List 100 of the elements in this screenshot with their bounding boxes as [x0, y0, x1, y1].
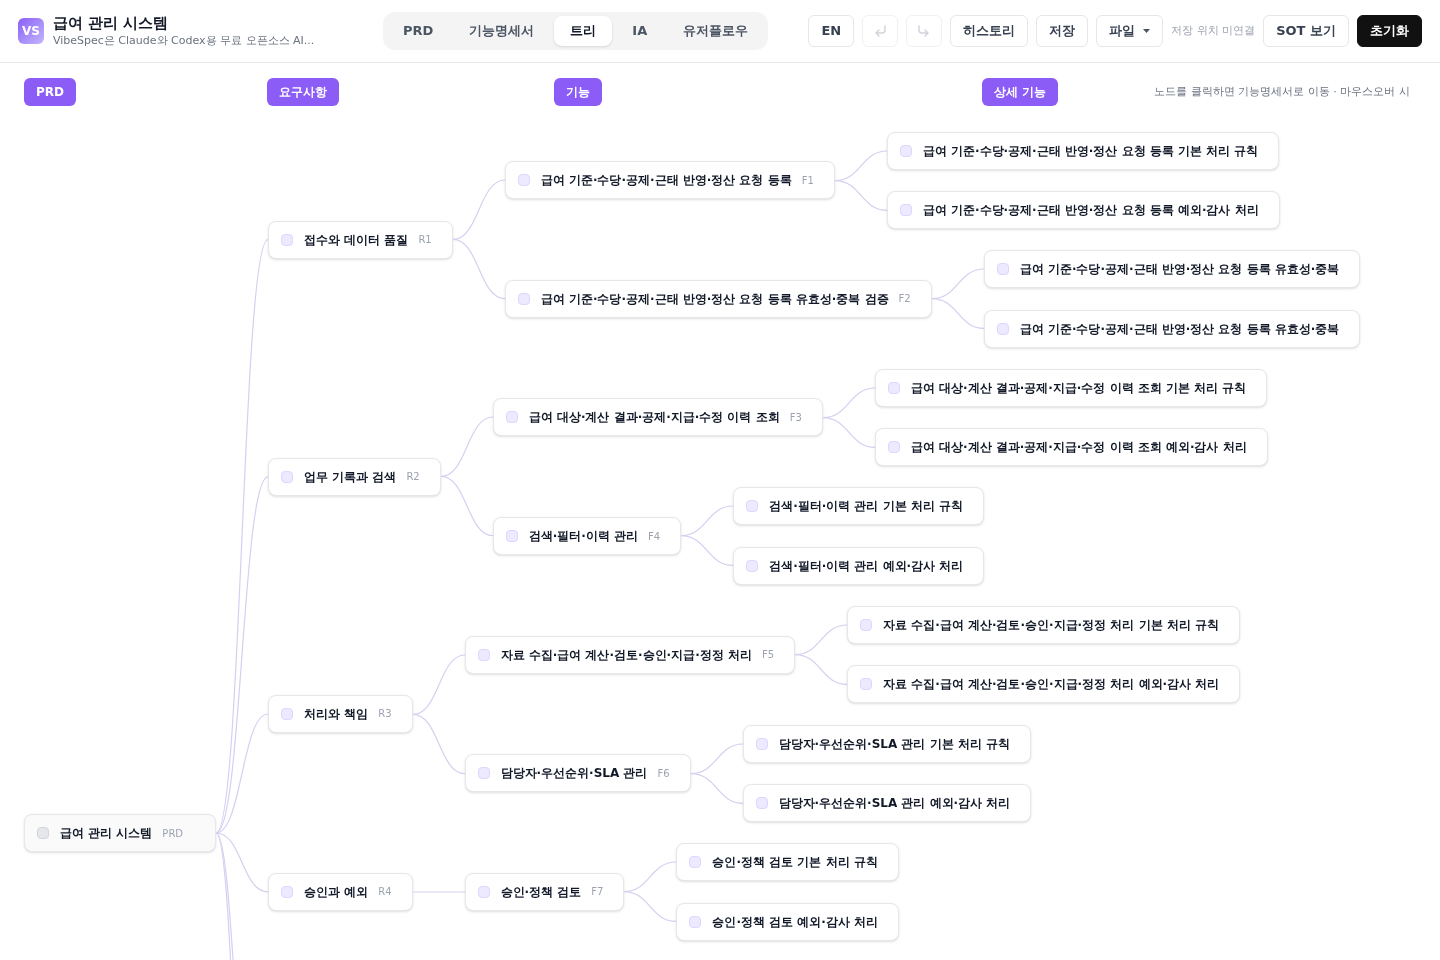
node-label: 급여 대상·계산 결과·공제·지급·수정 이력 조회 — [528, 409, 780, 427]
node-label: 급여 기준·수당·공제·근태 반영·정산 요청 등록 유효성·중복 — [1019, 261, 1340, 279]
node-tag: R2 — [406, 469, 420, 485]
tree-node[interactable]: 급여 대상·계산 결과·공제·지급·수정 이력 조회 예외·감사 처리 — [874, 428, 1268, 467]
connector-lines — [681, 505, 734, 567]
node-label: 자료 수집·급여 계산·검토·승인·지급·정정 처리 — [500, 646, 752, 664]
checkbox[interactable] — [517, 174, 530, 187]
checkbox[interactable] — [505, 530, 518, 543]
toolbar-button[interactable]: 저장 — [1036, 15, 1089, 47]
checkbox[interactable] — [860, 619, 872, 631]
checkbox[interactable] — [477, 648, 490, 661]
checkbox[interactable] — [689, 915, 702, 928]
node-label: 급여 기준·수당·공제·근태 반영·정산 요청 등록 기본 처리 규칙 — [922, 142, 1259, 160]
checkbox[interactable] — [899, 203, 912, 216]
view-tab[interactable]: 유저플로우 — [667, 16, 765, 46]
node-label: 검색·필터·이력 관리 예외·감사 처리 — [769, 557, 964, 575]
tree-node[interactable]: 승인·정책 검토 기본 처리 규칙 — [676, 843, 899, 882]
toolbar-button[interactable]: EN — [808, 15, 855, 47]
node-label: 급여 대상·계산 결과·공제·지급·수정 이력 조회 기본 처리 규칙 — [910, 379, 1247, 397]
tree-node[interactable]: 급여 기준·수당·공제·근태 반영·정산 요청 등록 예외·감사 처리 — [886, 190, 1280, 229]
tree-node[interactable]: 급여 기준·수당·공제·근태 반영·정산 요청 등록 F1 — [504, 161, 835, 200]
tree-node[interactable]: 급여 기준·수당·공제·근태 반영·정산 요청 등록 기본 처리 규칙 — [886, 131, 1280, 170]
tree-node[interactable]: 검색·필터·이력 관리 F4 — [492, 517, 682, 556]
node-label: 승인·정책 검토 기본 처리 규칙 — [712, 854, 878, 872]
checkbox[interactable] — [996, 322, 1009, 335]
view-tab[interactable]: PRD — [387, 16, 450, 46]
node-label: 자료 수집·급여 계산·검토·승인·지급·정정 처리 예외·감사 처리 — [883, 676, 1220, 694]
view-tab[interactable]: IA — [616, 16, 664, 46]
node-label: 급여 기준·수당·공제·근태 반영·정산 요청 등록 — [540, 172, 792, 190]
checkbox[interactable] — [689, 856, 702, 869]
hint-text: 노드를 클릭하면 기능명세서로 이동 · 마우스오버 시 — [1154, 83, 1410, 100]
checkbox[interactable] — [887, 381, 900, 394]
checkbox[interactable] — [477, 885, 490, 898]
tree-node[interactable]: 담당자·우선순위·SLA 관리 예외·감사 처리 — [742, 783, 1032, 822]
checkbox[interactable] — [517, 292, 530, 305]
checkbox[interactable] — [281, 233, 294, 246]
tree-node[interactable]: 급여 기준·수당·공제·근태 반영·정산 요청 등록 유효성·중복 검증 F2 — [504, 279, 932, 318]
app-title: 급여 관리 시스템 — [53, 12, 170, 33]
checkbox[interactable] — [887, 441, 900, 454]
tree-node[interactable]: 검색·필터·이력 관리 기본 처리 규칙 — [733, 487, 984, 526]
view-tab[interactable]: 트리 — [554, 16, 613, 46]
node-tag: F4 — [648, 528, 661, 544]
checkbox[interactable] — [860, 678, 872, 691]
checkbox[interactable] — [37, 827, 49, 839]
checkbox[interactable] — [505, 411, 518, 424]
node-label: 담당자·우선순위·SLA 관리 — [500, 765, 648, 783]
tree-node[interactable]: 급여 기준·수당·공제·근태 반영·정산 요청 등록 유효성·중복 — [983, 309, 1361, 348]
tree-node[interactable]: 담당자·우선순위·SLA 관리 F6 — [464, 754, 691, 793]
connector-lines — [624, 861, 677, 923]
node-label: 급여 기준·수당·공제·근태 반영·정산 요청 등록 유효성·중복 — [1019, 320, 1340, 338]
node-label: 급여 기준·수당·공제·근태 반영·정산 요청 등록 유효성·중복 검증 — [540, 290, 889, 308]
node-tag: F5 — [761, 647, 774, 663]
tree-node[interactable]: 처리와 책임 R3 — [268, 694, 413, 733]
node-label: 처리와 책임 — [304, 705, 369, 723]
save-status: 저장 위치 미연결 — [1171, 22, 1256, 39]
tree-node[interactable]: 승인과 예외 R4 — [268, 872, 413, 911]
tree-node[interactable]: 급여 관리 시스템 PRD — [24, 814, 217, 852]
toolbar-button[interactable]: SOT 보기 — [1263, 15, 1349, 47]
node-label: 급여 관리 시스템 — [60, 825, 153, 842]
checkbox[interactable] — [755, 796, 768, 809]
file-menu-button[interactable]: 파일 — [1096, 15, 1164, 47]
node-tag: F6 — [657, 765, 670, 781]
tree-node[interactable]: 자료 수집·급여 계산·검토·승인·지급·정정 처리 기본 처리 규칙 — [847, 606, 1240, 644]
tree-node[interactable]: 담당자·우선순위·SLA 관리 기본 처리 규칙 — [742, 724, 1031, 763]
checkbox[interactable] — [755, 737, 768, 750]
node-label: 검색·필터·이력 관리 — [528, 528, 638, 546]
checkbox[interactable] — [996, 263, 1009, 276]
reset-button[interactable]: 초기화 — [1357, 15, 1422, 47]
caret-icon — [1143, 29, 1151, 33]
tree-node[interactable]: 접수와 데이터 품질 R1 — [268, 220, 453, 259]
tree-node[interactable]: 급여 대상·계산 결과·공제·지급·수정 이력 조회 F3 — [492, 398, 823, 437]
node-label: 업무 기록과 검색 — [304, 468, 397, 486]
node-tag: F7 — [591, 884, 604, 900]
tree-node[interactable]: 급여 기준·수당·공제·근태 반영·정산 요청 등록 유효성·중복 — [983, 250, 1361, 289]
checkbox[interactable] — [281, 707, 294, 720]
tree-node[interactable]: 자료 수집·급여 계산·검토·승인·지급·정정 처리 F5 — [464, 635, 795, 674]
tree-node[interactable]: 자료 수집·급여 계산·검토·승인·지급·정정 처리 예외·감사 처리 — [847, 665, 1241, 704]
tree-node[interactable]: 승인·정책 검토 F7 — [464, 872, 625, 911]
node-tag: F3 — [789, 410, 802, 425]
tree-node[interactable]: 업무 기록과 검색 R2 — [268, 457, 441, 496]
view-tab[interactable]: 기능명세서 — [453, 16, 551, 46]
node-tag: PRD — [162, 825, 184, 841]
checkbox[interactable] — [281, 470, 294, 483]
node-label: 승인·정책 검토 예외·감사 처리 — [712, 913, 879, 931]
checkbox[interactable] — [477, 767, 490, 780]
node-label: 검색·필터·이력 관리 기본 처리 규칙 — [769, 498, 963, 516]
node-label: 담당자·우선순위·SLA 관리 기본 처리 규칙 — [778, 735, 1010, 753]
node-label: 급여 기준·수당·공제·근태 반영·정산 요청 등록 예외·감사 처리 — [922, 201, 1259, 219]
connector-lines — [822, 386, 875, 449]
node-label: 급여 대상·계산 결과·공제·지급·수정 이력 조회 예외·감사 처리 — [910, 439, 1247, 457]
node-label: 접수와 데이터 품질 — [304, 231, 409, 249]
toolbar-button[interactable]: 히스토리 — [950, 15, 1029, 47]
checkbox[interactable] — [281, 885, 294, 898]
node-tag: F1 — [801, 172, 814, 188]
checkbox[interactable] — [746, 500, 759, 513]
tree-node[interactable]: 승인·정책 검토 예외·감사 처리 — [676, 902, 900, 941]
tree-node[interactable]: 급여 대상·계산 결과·공제·지급·수정 이력 조회 기본 처리 규칙 — [874, 368, 1268, 407]
checkbox[interactable] — [746, 559, 759, 572]
tree-node[interactable]: 검색·필터·이력 관리 예외·감사 처리 — [733, 546, 985, 585]
checkbox[interactable] — [899, 144, 912, 157]
